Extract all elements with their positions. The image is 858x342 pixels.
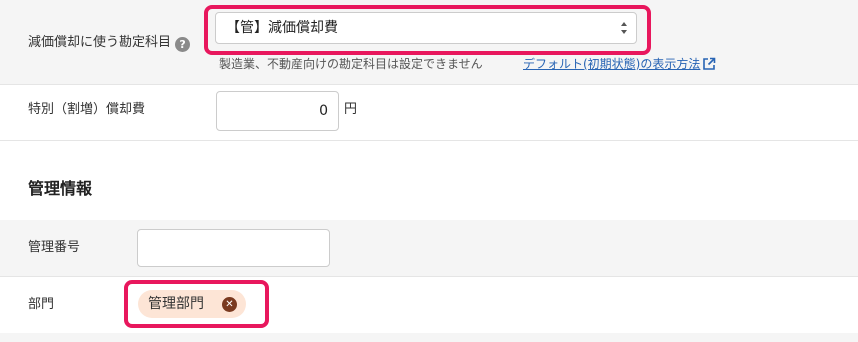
- select-highlight-frame: [204, 5, 651, 55]
- yen-unit: 円: [344, 102, 358, 117]
- depreciation-account-label: 減価償却に使う勘定科目?: [28, 35, 191, 52]
- next-row-edge: [0, 333, 858, 342]
- depreciation-account-label-text: 減価償却に使う勘定科目: [28, 35, 172, 50]
- special-depreciation-label: 特別（割増）償却費: [28, 102, 146, 117]
- tag-highlight-frame: [124, 280, 269, 328]
- management-number-row: [0, 220, 858, 276]
- row-divider: [0, 140, 858, 141]
- depreciation-account-note: 製造業、不動産向けの勘定科目は設定できません: [219, 57, 483, 71]
- management-section-title: 管理情報: [28, 179, 93, 198]
- default-display-link-text: デフォルト(初期状態)の表示方法: [523, 57, 701, 71]
- management-number-label: 管理番号: [28, 240, 81, 255]
- external-link-icon: [703, 57, 716, 70]
- special-depreciation-value: 0: [319, 103, 328, 119]
- asset-form: 減価償却に使う勘定科目? 【管】減価償却費 製造業、不動産向けの勘定科目は設定で…: [0, 0, 858, 342]
- management-number-input[interactable]: [137, 229, 330, 267]
- question-circle-icon[interactable]: ?: [175, 37, 191, 52]
- special-depreciation-input[interactable]: 0: [216, 91, 339, 131]
- default-display-link[interactable]: デフォルト(初期状態)の表示方法: [523, 56, 716, 72]
- department-label: 部門: [28, 297, 55, 312]
